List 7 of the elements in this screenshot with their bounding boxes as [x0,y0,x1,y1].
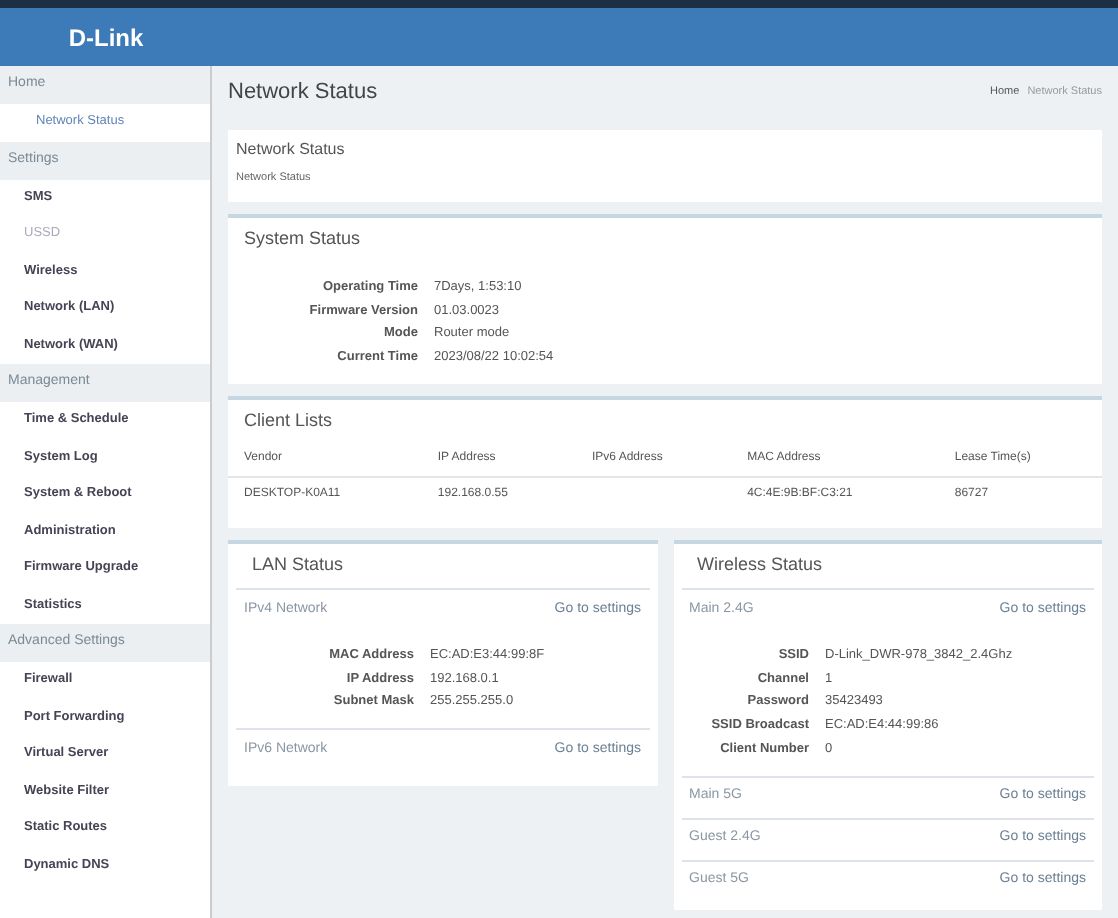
page-title: Network Status [228,77,378,108]
card-title: System Status [242,226,363,253]
card-title: LAN Status [250,552,346,579]
card-title: Wireless Status [695,552,825,579]
card-title: Client Lists [242,407,335,434]
logo[interactable]: D-Link [68,19,144,55]
card-title: Network Status [236,138,347,162]
